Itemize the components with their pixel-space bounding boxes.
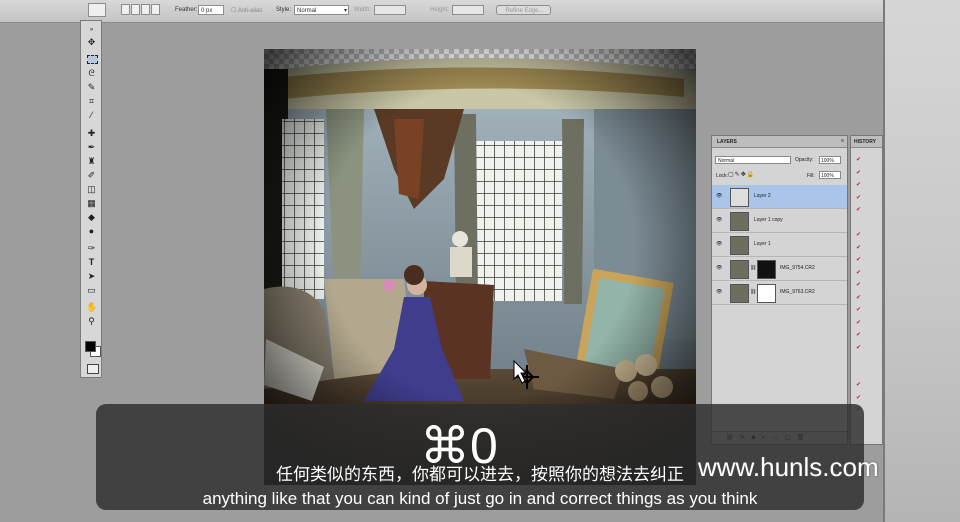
layer-name: IMG_9754.CR2 bbox=[780, 265, 815, 271]
history-panel-header: HISTORY bbox=[851, 136, 882, 148]
feather-input[interactable]: 0 px bbox=[198, 5, 224, 15]
layer-name: Layer 1 bbox=[754, 241, 771, 247]
layer-row[interactable]: 👁 Layer 1 copy bbox=[712, 209, 847, 233]
quick-selection-tool-icon[interactable]: ✎ bbox=[86, 82, 97, 92]
toolbox-collapse-icon[interactable]: » bbox=[86, 25, 97, 35]
eye-icon[interactable]: 👁 bbox=[716, 265, 722, 271]
layer-mask-thumbnail[interactable] bbox=[757, 284, 776, 303]
antialias-label: Anti-alias bbox=[237, 8, 263, 14]
eyedropper-tool-icon[interactable]: ⁄ bbox=[86, 110, 97, 120]
history-checkmarks[interactable]: ✔✔✔✔✔ ✔✔✔✔✔✔✔✔✔✔ ✔✔✔ bbox=[856, 154, 864, 424]
subtract-selection-button[interactable] bbox=[141, 4, 150, 15]
zoom-tool-icon[interactable]: ⚲ bbox=[86, 316, 97, 326]
layer-row[interactable]: 👁 Layer 2 bbox=[712, 185, 847, 209]
layer-mask-thumbnail[interactable] bbox=[757, 260, 776, 279]
layer-thumbnail bbox=[730, 260, 749, 279]
move-tool-icon[interactable]: ✥ bbox=[86, 37, 97, 47]
height-input[interactable] bbox=[452, 5, 484, 15]
layer-thumbnail bbox=[730, 212, 749, 231]
style-select[interactable]: Normal ▾ bbox=[294, 5, 349, 15]
eraser-tool-icon[interactable]: ◫ bbox=[86, 184, 97, 194]
fill-input[interactable]: 100% bbox=[819, 171, 841, 179]
layer-name: Layer 2 bbox=[754, 193, 771, 199]
history-panel: HISTORY ✔✔✔✔✔ ✔✔✔✔✔✔✔✔✔✔ ✔✔✔ bbox=[850, 135, 883, 445]
width-input[interactable] bbox=[374, 5, 406, 15]
toolbox: » ✥ ᘓ ✎ ⌗ ⁄ ✚ ✒ ♜ ✐ ◫ ▦ ◆ ● ✑ T ➤ ▭ ✋ ⚲ bbox=[80, 20, 102, 378]
link-icon: ⛓ bbox=[750, 289, 757, 295]
foreground-color-swatch-top[interactable] bbox=[85, 341, 96, 352]
tab-layers[interactable]: LAYERS bbox=[717, 139, 737, 145]
dock-background bbox=[885, 0, 960, 522]
healing-brush-tool-icon[interactable]: ✚ bbox=[86, 128, 97, 138]
lock-icons[interactable]: ▢✎✥🔒 bbox=[728, 171, 755, 178]
pen-tool-icon[interactable]: ✑ bbox=[86, 243, 97, 253]
path-selection-tool-icon[interactable]: ➤ bbox=[86, 271, 97, 281]
marquee-tool-preset-button[interactable] bbox=[88, 3, 106, 17]
panel-menu-icon[interactable]: ≡ bbox=[841, 138, 844, 144]
tab-history[interactable]: HISTORY bbox=[854, 139, 876, 145]
blur-tool-icon[interactable]: ◆ bbox=[86, 212, 97, 222]
clone-stamp-tool-icon[interactable]: ♜ bbox=[86, 156, 97, 166]
type-tool-icon[interactable]: T bbox=[86, 257, 97, 267]
layer-thumbnail bbox=[730, 188, 749, 207]
options-bar: Feather: 0 px ☐ Anti-alias Style: Normal… bbox=[0, 0, 885, 23]
height-label: Height: bbox=[430, 7, 450, 13]
eye-icon[interactable]: 👁 bbox=[716, 289, 722, 295]
opacity-input[interactable]: 100% bbox=[819, 156, 841, 164]
rectangular-marquee-tool-icon[interactable] bbox=[87, 55, 98, 64]
fill-label: Fill: bbox=[807, 173, 815, 179]
new-selection-button[interactable] bbox=[121, 4, 130, 15]
layers-panel-header: LAYERS ≡ bbox=[712, 136, 847, 148]
feather-label: Feather: bbox=[175, 7, 198, 13]
watermark: www.hunls.com bbox=[698, 452, 879, 482]
blend-mode-value: Normal bbox=[718, 158, 735, 164]
gradient-tool-icon[interactable]: ▦ bbox=[86, 198, 97, 208]
opacity-label: Opacity: bbox=[795, 157, 814, 163]
add-to-selection-button[interactable] bbox=[131, 4, 140, 15]
layer-name: IMG_9763.CR2 bbox=[780, 289, 815, 295]
layer-name: Layer 1 copy bbox=[754, 217, 783, 223]
eye-icon[interactable]: 👁 bbox=[716, 193, 722, 199]
dodge-tool-icon[interactable]: ● bbox=[86, 226, 97, 236]
layer-row[interactable]: 👁 ⛓ IMG_9763.CR2 bbox=[712, 281, 847, 305]
brush-tool-icon[interactable]: ✒ bbox=[86, 142, 97, 152]
refine-edge-button[interactable]: Refine Edge... bbox=[496, 5, 551, 15]
history-brush-tool-icon[interactable]: ✐ bbox=[86, 170, 97, 180]
shape-tool-icon[interactable]: ▭ bbox=[86, 285, 97, 295]
crop-tool-icon[interactable]: ⌗ bbox=[86, 96, 97, 106]
layer-row[interactable]: 👁 ⛓ IMG_9754.CR2 bbox=[712, 257, 847, 281]
eye-icon[interactable]: 👁 bbox=[716, 241, 722, 247]
chevron-down-icon: ▾ bbox=[343, 8, 347, 14]
eye-icon[interactable]: 👁 bbox=[716, 217, 722, 223]
intersect-selection-button[interactable] bbox=[151, 4, 160, 15]
subtitle-english: anything like that you can kind of just … bbox=[202, 489, 758, 508]
style-value: Normal bbox=[297, 8, 317, 14]
lasso-tool-icon[interactable]: ᘓ bbox=[86, 68, 97, 78]
layer-thumbnail bbox=[730, 284, 749, 303]
link-icon: ⛓ bbox=[750, 265, 757, 271]
3d-rotate-tool-icon[interactable]: ✋ bbox=[86, 302, 97, 312]
blend-mode-select[interactable]: Normal bbox=[715, 156, 791, 164]
quick-mask-icon[interactable] bbox=[87, 364, 99, 374]
style-label: Style: bbox=[276, 7, 292, 13]
lock-label: Lock: bbox=[716, 173, 728, 179]
antialias-checkbox[interactable]: ☐ Anti-alias bbox=[231, 7, 262, 14]
width-label: Width: bbox=[354, 7, 372, 13]
layers-panel: LAYERS ≡ Normal Opacity: 100% Lock: ▢✎✥🔒… bbox=[711, 135, 848, 445]
layer-thumbnail bbox=[730, 236, 749, 255]
layer-row[interactable]: 👁 Layer 1 bbox=[712, 233, 847, 257]
